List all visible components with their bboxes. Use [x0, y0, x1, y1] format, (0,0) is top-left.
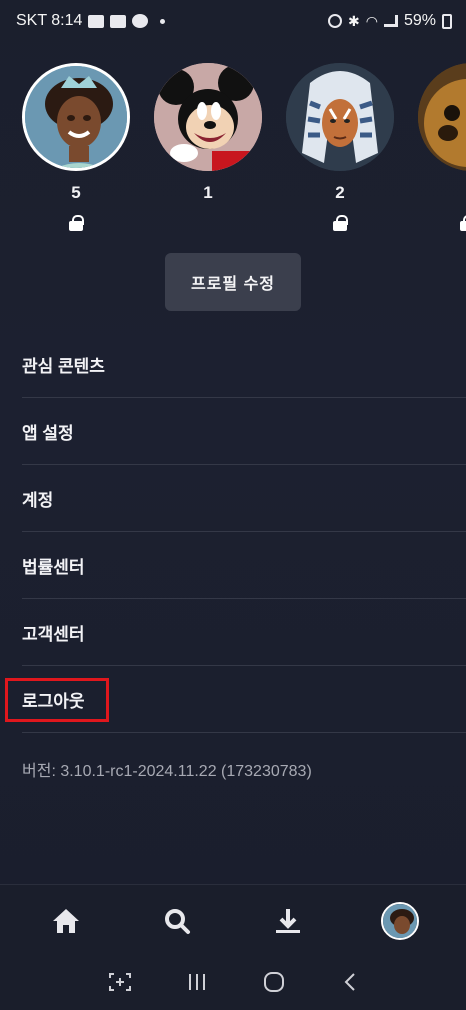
recent-apps-icon[interactable] — [182, 970, 212, 994]
search-icon[interactable] — [155, 901, 199, 941]
animal-avatar[interactable] — [418, 63, 466, 171]
profile-number: 1 — [203, 183, 213, 202]
lock-icon — [69, 215, 84, 231]
status-left: SKT 8:14 — [16, 12, 166, 30]
profile-avatar-image — [381, 902, 419, 940]
back-icon[interactable] — [336, 970, 366, 994]
menu-item-customer-center[interactable]: 고객센터 — [22, 599, 466, 666]
profile-item[interactable]: 2 — [284, 63, 396, 231]
bottom-nav — [0, 884, 466, 956]
profile-item[interactable]: 1 — [152, 63, 264, 203]
carrier-time: SKT 8:14 — [16, 12, 83, 29]
menu-item-label: 고객센터 — [22, 624, 85, 644]
home-icon[interactable] — [44, 901, 88, 941]
logout-highlight-box — [5, 678, 109, 722]
menu-item-label: 법률센터 — [22, 557, 85, 577]
menu-item-watchlist[interactable]: 관심 콘텐츠 — [22, 331, 466, 398]
edit-profile-button[interactable]: 프로필 수정 — [165, 253, 301, 311]
screenshot-capture-icon[interactable] — [105, 970, 135, 994]
version-text: 버전: 3.10.1-rc1-2024.11.22 (173230783) — [22, 763, 312, 780]
more-notifications-dot — [160, 18, 166, 24]
profile-item[interactable] — [416, 63, 466, 231]
alarm-icon — [328, 14, 343, 28]
profile-number: 5 — [71, 183, 81, 202]
download-icon[interactable] — [266, 901, 310, 941]
menu-item-label: 관심 콘텐츠 — [22, 356, 105, 376]
menu-item-legal-center[interactable]: 법률센터 — [22, 532, 466, 599]
princess-tiana-avatar[interactable] — [22, 63, 130, 171]
profile-avatar[interactable] — [378, 901, 422, 941]
status-right: ✱ ◠ 59% — [328, 12, 452, 30]
menu-item-account[interactable]: 계정 — [22, 465, 466, 532]
battery-icon — [442, 13, 452, 29]
menu-item-label: 계정 — [22, 490, 54, 510]
gallery-icon — [110, 14, 127, 28]
menu-item-app-settings[interactable]: 앱 설정 — [22, 398, 466, 465]
battery-text: 59% — [403, 12, 436, 29]
bluetooth-icon: ✱ — [348, 12, 360, 29]
notification-icon — [88, 14, 105, 28]
system-nav-bar — [0, 956, 466, 1010]
wifi-icon: ◠ — [365, 12, 378, 29]
profile-list: 5 1 2 — [0, 63, 466, 243]
talk-icon — [132, 14, 149, 28]
mickey-mouse-avatar[interactable] — [154, 63, 262, 171]
settings-menu: 관심 콘텐츠 앱 설정 계정 법률센터 고객센터 로그아웃 — [0, 331, 466, 733]
profile-item[interactable]: 5 — [20, 63, 132, 231]
lock-icon — [333, 215, 348, 231]
home-button-icon[interactable] — [259, 970, 289, 994]
ahsoka-avatar[interactable] — [286, 63, 394, 171]
status-bar: SKT 8:14 ✱ ◠ 59% — [0, 0, 466, 42]
lock-icon — [460, 215, 466, 231]
profile-number — [416, 183, 466, 203]
profile-number: 2 — [335, 183, 345, 202]
signal-icon — [383, 15, 398, 27]
menu-item-label: 앱 설정 — [22, 423, 74, 443]
